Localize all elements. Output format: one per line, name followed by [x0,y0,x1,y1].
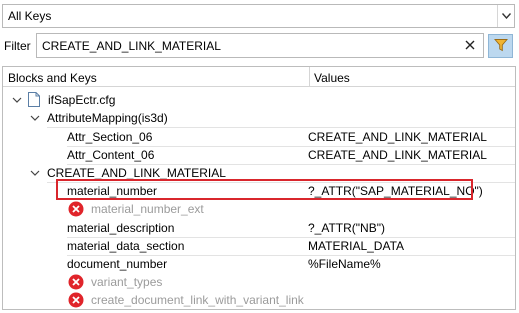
error-icon [68,201,84,217]
file-icon [28,92,40,110]
filter-input[interactable]: CREATE_AND_LINK_MATERIAL [36,33,484,58]
tree-row-key: variant_types [91,275,163,289]
tree-row-key: AttributeMapping(is3d) [47,111,168,125]
clear-icon[interactable] [463,38,477,52]
tree-row-key: Attr_Content_06 [67,148,155,162]
tree-row-key: Attr_Section_06 [67,130,153,144]
column-divider[interactable] [309,67,310,87]
chevron-expanded-icon[interactable] [29,167,41,179]
filter-input-text: CREATE_AND_LINK_MATERIAL [42,39,221,53]
tree-row-key: CREATE_AND_LINK_MATERIAL [47,166,226,180]
column-header-values[interactable]: Values [314,71,350,85]
column-header-keys[interactable]: Blocks and Keys [8,71,97,85]
tree-row-file[interactable]: ifSapEctr.cfg [3,91,515,109]
tree-row[interactable]: material_description ?_ATTR("NB") [3,219,515,237]
tree-row-error[interactable]: material_number_ext [3,200,515,218]
key-scope-dropdown[interactable]: All Keys [2,4,515,28]
error-icon [68,274,84,290]
filter-label: Filter [4,39,31,53]
funnel-icon [493,38,508,55]
tree-row-key: create_document_link_with_variant_link [91,293,304,307]
tree-row-key: material_description [67,221,175,235]
tree-row-key: document_number [67,257,168,271]
tree-row[interactable]: document_number %FileName% [3,255,515,273]
tree-row-value: ?_ATTR("NB") [308,221,385,235]
tree-row-key: material_number_ext [91,202,204,216]
error-icon [68,292,84,308]
key-scope-value: All Keys [8,9,52,23]
highlight-box [56,179,473,200]
chevron-expanded-icon[interactable] [11,94,23,106]
chevron-down-icon[interactable] [497,5,514,27]
tree-row[interactable]: Attr_Section_06 CREATE_AND_LINK_MATERIAL [3,128,515,146]
chevron-expanded-icon[interactable] [29,112,41,124]
filter-toggle-button[interactable] [488,34,513,58]
tree-row-value: CREATE_AND_LINK_MATERIAL [308,130,487,144]
tree-row-value: %FileName% [308,257,381,271]
tree-row-block-mapping[interactable]: AttributeMapping(is3d) [3,109,515,127]
tree-row-error[interactable]: variant_types [3,273,515,291]
tree-row-value: MATERIAL_DATA [308,239,405,253]
tree-row[interactable]: material_data_section MATERIAL_DATA [3,237,515,255]
tree-row-value: CREATE_AND_LINK_MATERIAL [308,148,487,162]
tree-row-key: material_data_section [67,239,185,253]
tree-header: Blocks and Keys Values [3,67,515,87]
tree-row[interactable]: Attr_Content_06 CREATE_AND_LINK_MATERIAL [3,146,515,164]
tree-row-error[interactable]: create_document_link_with_variant_link [3,291,515,309]
tree-row-key: ifSapEctr.cfg [48,93,116,107]
